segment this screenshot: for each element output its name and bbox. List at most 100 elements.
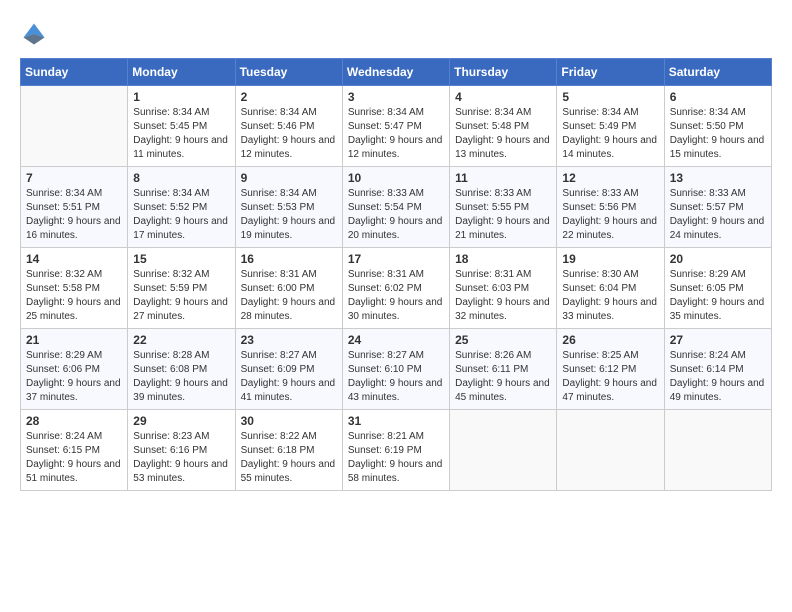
sunrise-text: Sunrise: 8:28 AM	[133, 350, 209, 361]
daylight-text: Daylight: 9 hours and 12 minutes.	[241, 135, 336, 160]
day-number: 15	[133, 252, 229, 266]
daylight-text: Daylight: 9 hours and 12 minutes.	[348, 135, 443, 160]
sunset-text: Sunset: 6:08 PM	[133, 364, 207, 375]
calendar-cell: 10 Sunrise: 8:33 AM Sunset: 5:54 PM Dayl…	[342, 167, 449, 248]
day-number: 11	[455, 171, 551, 185]
day-number: 26	[562, 333, 658, 347]
sunrise-text: Sunrise: 8:34 AM	[670, 107, 746, 118]
weekday-header: Tuesday	[235, 59, 342, 86]
calendar-cell: 14 Sunrise: 8:32 AM Sunset: 5:58 PM Dayl…	[21, 248, 128, 329]
calendar-cell: 11 Sunrise: 8:33 AM Sunset: 5:55 PM Dayl…	[450, 167, 557, 248]
sunrise-text: Sunrise: 8:33 AM	[348, 188, 424, 199]
daylight-text: Daylight: 9 hours and 53 minutes.	[133, 459, 228, 484]
sunrise-text: Sunrise: 8:26 AM	[455, 350, 531, 361]
weekday-header: Wednesday	[342, 59, 449, 86]
sunrise-text: Sunrise: 8:22 AM	[241, 431, 317, 442]
sunset-text: Sunset: 5:58 PM	[26, 283, 100, 294]
calendar-cell: 5 Sunrise: 8:34 AM Sunset: 5:49 PM Dayli…	[557, 86, 664, 167]
sunrise-text: Sunrise: 8:29 AM	[26, 350, 102, 361]
sunset-text: Sunset: 5:50 PM	[670, 121, 744, 132]
sunset-text: Sunset: 6:04 PM	[562, 283, 636, 294]
sunrise-text: Sunrise: 8:21 AM	[348, 431, 424, 442]
calendar-cell: 19 Sunrise: 8:30 AM Sunset: 6:04 PM Dayl…	[557, 248, 664, 329]
calendar-week-row: 1 Sunrise: 8:34 AM Sunset: 5:45 PM Dayli…	[21, 86, 772, 167]
sunrise-text: Sunrise: 8:33 AM	[562, 188, 638, 199]
sunrise-text: Sunrise: 8:34 AM	[562, 107, 638, 118]
sunrise-text: Sunrise: 8:31 AM	[241, 269, 317, 280]
calendar-cell: 9 Sunrise: 8:34 AM Sunset: 5:53 PM Dayli…	[235, 167, 342, 248]
calendar-cell: 22 Sunrise: 8:28 AM Sunset: 6:08 PM Dayl…	[128, 329, 235, 410]
calendar-cell: 13 Sunrise: 8:33 AM Sunset: 5:57 PM Dayl…	[664, 167, 771, 248]
calendar-cell: 25 Sunrise: 8:26 AM Sunset: 6:11 PM Dayl…	[450, 329, 557, 410]
daylight-text: Daylight: 9 hours and 58 minutes.	[348, 459, 443, 484]
daylight-text: Daylight: 9 hours and 49 minutes.	[670, 378, 765, 403]
calendar-table: SundayMondayTuesdayWednesdayThursdayFrid…	[20, 58, 772, 491]
sunrise-text: Sunrise: 8:25 AM	[562, 350, 638, 361]
daylight-text: Daylight: 9 hours and 25 minutes.	[26, 297, 121, 322]
calendar-week-row: 14 Sunrise: 8:32 AM Sunset: 5:58 PM Dayl…	[21, 248, 772, 329]
weekday-header: Thursday	[450, 59, 557, 86]
calendar-cell	[664, 410, 771, 491]
calendar-cell: 24 Sunrise: 8:27 AM Sunset: 6:10 PM Dayl…	[342, 329, 449, 410]
calendar-cell: 12 Sunrise: 8:33 AM Sunset: 5:56 PM Dayl…	[557, 167, 664, 248]
sunset-text: Sunset: 5:55 PM	[455, 202, 529, 213]
calendar-cell: 15 Sunrise: 8:32 AM Sunset: 5:59 PM Dayl…	[128, 248, 235, 329]
daylight-text: Daylight: 9 hours and 27 minutes.	[133, 297, 228, 322]
sunrise-text: Sunrise: 8:33 AM	[455, 188, 531, 199]
sunset-text: Sunset: 6:06 PM	[26, 364, 100, 375]
sunset-text: Sunset: 6:18 PM	[241, 445, 315, 456]
sunset-text: Sunset: 6:10 PM	[348, 364, 422, 375]
sunrise-text: Sunrise: 8:24 AM	[670, 350, 746, 361]
page-header	[20, 20, 772, 48]
calendar-cell	[450, 410, 557, 491]
day-number: 31	[348, 414, 444, 428]
sunset-text: Sunset: 6:14 PM	[670, 364, 744, 375]
sunset-text: Sunset: 5:48 PM	[455, 121, 529, 132]
sunrise-text: Sunrise: 8:34 AM	[26, 188, 102, 199]
daylight-text: Daylight: 9 hours and 14 minutes.	[562, 135, 657, 160]
daylight-text: Daylight: 9 hours and 16 minutes.	[26, 216, 121, 241]
sunrise-text: Sunrise: 8:34 AM	[133, 188, 209, 199]
sunset-text: Sunset: 5:49 PM	[562, 121, 636, 132]
sunset-text: Sunset: 5:56 PM	[562, 202, 636, 213]
day-number: 6	[670, 90, 766, 104]
sunset-text: Sunset: 6:19 PM	[348, 445, 422, 456]
calendar-cell: 17 Sunrise: 8:31 AM Sunset: 6:02 PM Dayl…	[342, 248, 449, 329]
day-number: 1	[133, 90, 229, 104]
sunset-text: Sunset: 5:52 PM	[133, 202, 207, 213]
sunrise-text: Sunrise: 8:31 AM	[455, 269, 531, 280]
daylight-text: Daylight: 9 hours and 24 minutes.	[670, 216, 765, 241]
daylight-text: Daylight: 9 hours and 51 minutes.	[26, 459, 121, 484]
daylight-text: Daylight: 9 hours and 28 minutes.	[241, 297, 336, 322]
daylight-text: Daylight: 9 hours and 13 minutes.	[455, 135, 550, 160]
sunset-text: Sunset: 5:53 PM	[241, 202, 315, 213]
day-number: 22	[133, 333, 229, 347]
sunset-text: Sunset: 6:03 PM	[455, 283, 529, 294]
sunset-text: Sunset: 5:57 PM	[670, 202, 744, 213]
calendar-cell: 31 Sunrise: 8:21 AM Sunset: 6:19 PM Dayl…	[342, 410, 449, 491]
day-number: 10	[348, 171, 444, 185]
calendar-week-row: 7 Sunrise: 8:34 AM Sunset: 5:51 PM Dayli…	[21, 167, 772, 248]
sunset-text: Sunset: 6:15 PM	[26, 445, 100, 456]
sunset-text: Sunset: 5:46 PM	[241, 121, 315, 132]
calendar-cell: 26 Sunrise: 8:25 AM Sunset: 6:12 PM Dayl…	[557, 329, 664, 410]
sunrise-text: Sunrise: 8:34 AM	[455, 107, 531, 118]
sunrise-text: Sunrise: 8:34 AM	[133, 107, 209, 118]
sunset-text: Sunset: 6:12 PM	[562, 364, 636, 375]
day-number: 5	[562, 90, 658, 104]
day-number: 27	[670, 333, 766, 347]
sunset-text: Sunset: 6:09 PM	[241, 364, 315, 375]
day-number: 21	[26, 333, 122, 347]
weekday-header-row: SundayMondayTuesdayWednesdayThursdayFrid…	[21, 59, 772, 86]
calendar-cell: 21 Sunrise: 8:29 AM Sunset: 6:06 PM Dayl…	[21, 329, 128, 410]
calendar-cell: 23 Sunrise: 8:27 AM Sunset: 6:09 PM Dayl…	[235, 329, 342, 410]
day-number: 7	[26, 171, 122, 185]
day-number: 20	[670, 252, 766, 266]
sunset-text: Sunset: 5:45 PM	[133, 121, 207, 132]
logo-icon	[20, 20, 48, 48]
daylight-text: Daylight: 9 hours and 32 minutes.	[455, 297, 550, 322]
daylight-text: Daylight: 9 hours and 37 minutes.	[26, 378, 121, 403]
sunset-text: Sunset: 6:02 PM	[348, 283, 422, 294]
day-number: 3	[348, 90, 444, 104]
daylight-text: Daylight: 9 hours and 17 minutes.	[133, 216, 228, 241]
